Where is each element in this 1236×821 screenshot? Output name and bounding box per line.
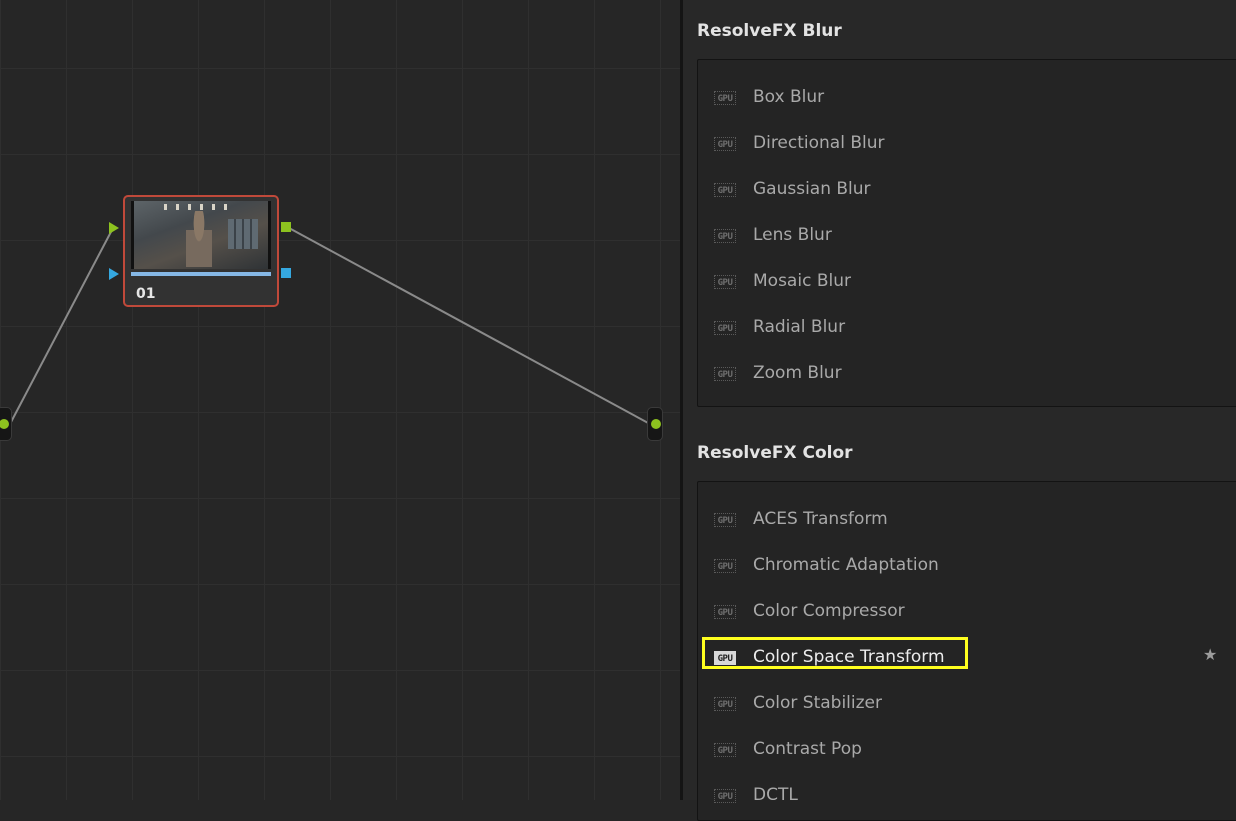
gpu-icon: GPU [714, 229, 736, 243]
fx-label: Box Blur [753, 87, 825, 107]
fx-item[interactable]: GPU Mosaic Blur [698, 267, 1236, 297]
thumbnail-lights [164, 204, 234, 210]
node-key-input[interactable] [109, 268, 119, 280]
node-connections [9, 227, 651, 425]
gpu-icon: GPU [714, 605, 736, 619]
gpu-icon: GPU [714, 321, 736, 335]
node-thumbnail [131, 201, 271, 269]
fx-item[interactable]: GPU Gaussian Blur [698, 175, 1236, 205]
output-rgb-dot[interactable] [651, 419, 661, 429]
category-list-blur: GPU Box Blur GPU Directional Blur GPU Ga… [697, 59, 1236, 407]
thumbnail-figure [186, 211, 212, 267]
node-to-output-connection [288, 227, 651, 425]
gpu-icon: GPU [714, 367, 736, 381]
category-title-blur: ResolveFX Blur [697, 21, 842, 41]
gpu-icon: GPU [714, 91, 736, 105]
node-rgb-output[interactable] [281, 222, 291, 232]
fx-item[interactable]: GPU Box Blur [698, 83, 1236, 113]
fx-item[interactable]: GPU Color Compressor [698, 597, 1236, 627]
node-rgb-input[interactable] [109, 222, 119, 234]
node-status-bar [131, 272, 271, 276]
fx-label: Gaussian Blur [753, 179, 871, 199]
fx-label: DCTL [753, 785, 798, 805]
effects-library: ResolveFX Blur GPU Box Blur GPU Directio… [683, 0, 1236, 821]
output-port[interactable] [647, 407, 663, 441]
input-to-node-connection [9, 227, 114, 425]
star-icon[interactable]: ★ [1203, 645, 1217, 664]
node-label: 01 [136, 286, 156, 302]
fx-label: Lens Blur [753, 225, 832, 245]
source-input-port[interactable] [0, 407, 12, 441]
fx-item[interactable]: GPU Chromatic Adaptation [698, 551, 1236, 581]
fx-item[interactable]: GPU Zoom Blur [698, 359, 1236, 389]
gpu-icon: GPU [714, 137, 736, 151]
gpu-icon: GPU [714, 697, 736, 711]
fx-item[interactable]: GPU Radial Blur [698, 313, 1236, 343]
thumbnail-window [228, 219, 258, 249]
fx-label: Zoom Blur [753, 363, 842, 383]
gpu-icon: GPU [714, 513, 736, 527]
gpu-icon: GPU [714, 559, 736, 573]
gpu-icon: GPU [714, 743, 736, 757]
fx-label: ACES Transform [753, 509, 888, 529]
gpu-icon: GPU [714, 651, 736, 665]
category-title-color: ResolveFX Color [697, 443, 853, 463]
gpu-icon: GPU [714, 789, 736, 803]
fx-label: Directional Blur [753, 133, 885, 153]
corrector-node[interactable]: 01 [123, 195, 279, 307]
fx-label: Mosaic Blur [753, 271, 851, 291]
node-editor[interactable]: 01 [0, 0, 680, 800]
fx-item[interactable]: GPU Contrast Pop [698, 735, 1236, 765]
fx-label: Contrast Pop [753, 739, 862, 759]
node-key-output[interactable] [281, 268, 291, 278]
fx-item[interactable]: GPU ACES Transform [698, 505, 1236, 535]
fx-item[interactable]: GPU Color Stabilizer [698, 689, 1236, 719]
fx-item-selected[interactable]: GPU Color Space Transform ★ [698, 637, 1236, 673]
category-list-color: GPU ACES Transform GPU Chromatic Adaptat… [697, 481, 1236, 821]
fx-label: Color Space Transform [753, 647, 945, 667]
gpu-icon: GPU [714, 183, 736, 197]
fx-item[interactable]: GPU Directional Blur [698, 129, 1236, 159]
fx-label: Chromatic Adaptation [753, 555, 939, 575]
fx-item[interactable]: GPU DCTL [698, 781, 1236, 811]
fx-label: Radial Blur [753, 317, 846, 337]
fx-label: Color Stabilizer [753, 693, 882, 713]
fx-label: Color Compressor [753, 601, 905, 621]
fx-item[interactable]: GPU Lens Blur [698, 221, 1236, 251]
source-rgb-dot[interactable] [0, 419, 9, 429]
gpu-icon: GPU [714, 275, 736, 289]
